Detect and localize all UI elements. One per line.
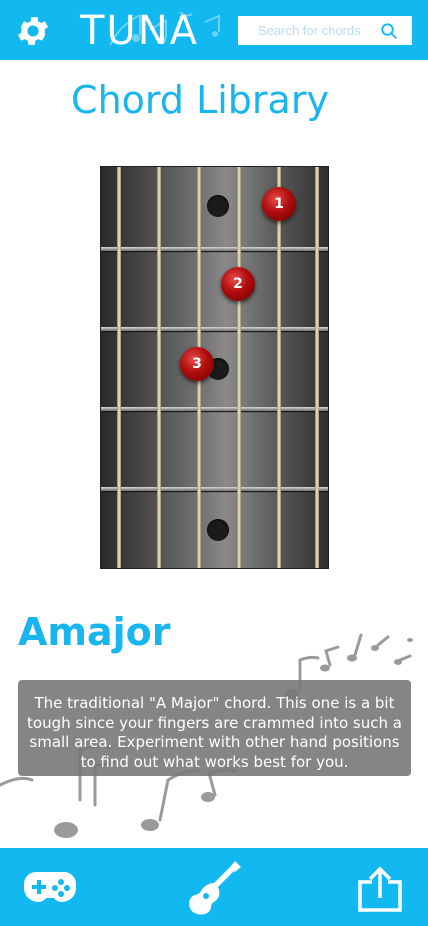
fret-line — [101, 247, 328, 251]
chord-diagram: 1 2 3 — [100, 166, 329, 569]
guitar-string — [157, 167, 161, 568]
search-bar — [238, 16, 412, 45]
fret-inlay — [207, 519, 229, 541]
guitar-string — [277, 167, 281, 568]
guitar-icon[interactable] — [184, 858, 244, 916]
guitar-string — [315, 167, 319, 568]
share-icon[interactable] — [356, 866, 404, 912]
fret-line — [101, 407, 328, 411]
finger-marker[interactable]: 3 — [180, 347, 214, 381]
bottom-nav — [0, 848, 428, 926]
gear-icon[interactable] — [14, 12, 52, 50]
guitar-string — [117, 167, 121, 568]
fret-line — [101, 487, 328, 491]
fret-inlay — [207, 195, 229, 217]
guitar-string — [237, 167, 241, 568]
finger-marker[interactable]: 1 — [262, 187, 296, 221]
fret-line — [101, 327, 328, 331]
search-input[interactable] — [244, 16, 388, 45]
app-brand: TUNA — [80, 8, 199, 54]
chord-description: The traditional "A Major" chord. This on… — [18, 680, 411, 776]
chord-name: Amajor — [18, 610, 171, 654]
gamepad-icon[interactable] — [22, 868, 78, 908]
search-icon[interactable] — [380, 22, 398, 40]
top-app-bar: TUNA — [0, 0, 428, 60]
page-title: Chord Library — [71, 78, 329, 122]
finger-marker[interactable]: 2 — [221, 267, 255, 301]
